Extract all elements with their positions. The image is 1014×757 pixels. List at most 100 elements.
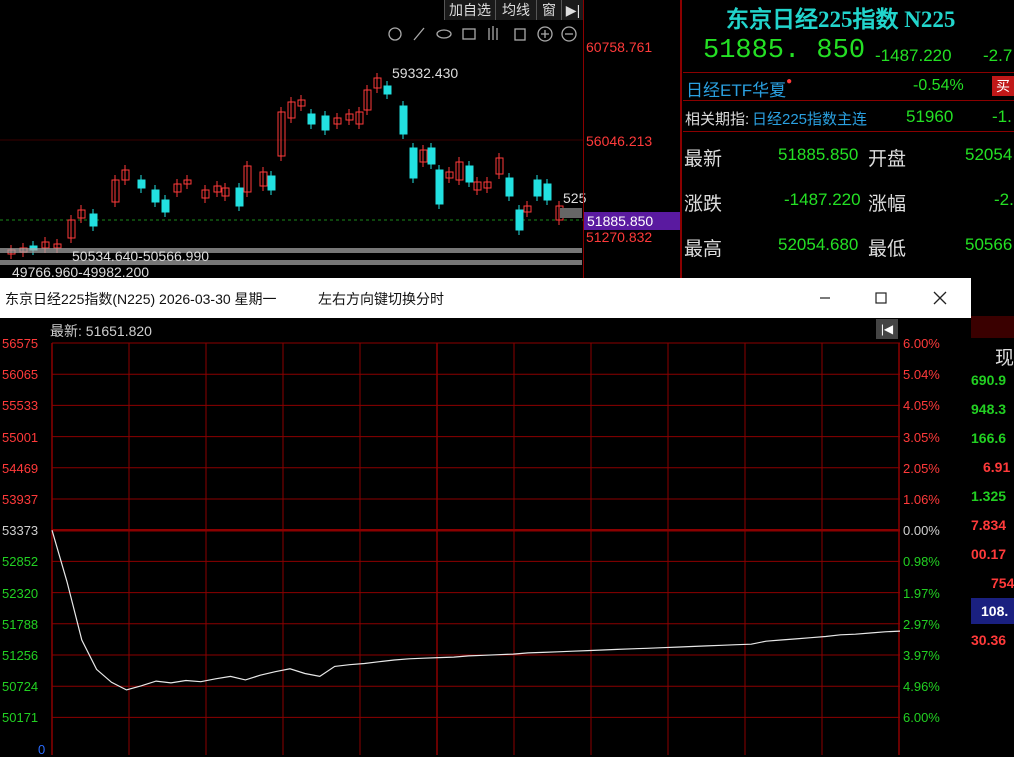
quote-value: 50566 (965, 235, 1013, 254)
layout-icon (462, 28, 476, 40)
candle (151, 189, 160, 203)
pct-axis-label: 1.06% (903, 492, 940, 507)
candle (465, 165, 474, 183)
pct-axis-label: 2.97% (903, 616, 940, 632)
price-axis-label: 56065 (2, 367, 39, 383)
pct-axis-label: 4.96% (903, 679, 940, 695)
candle (409, 147, 418, 179)
window-title: 东京日经225指数(N225) 2026-03-30 星期一 (5, 291, 277, 307)
kline-chart (0, 26, 583, 265)
right-column-value: 00.17 (971, 546, 1007, 562)
candle (307, 113, 316, 125)
intraday-price-line (51, 530, 901, 691)
related-futures-change: -1. (992, 107, 1012, 126)
pct-axis-label: 6.00% (903, 710, 940, 726)
last-price: 51885. 850 (703, 36, 866, 66)
candle (543, 183, 552, 201)
candle (533, 179, 542, 197)
window-button[interactable]: 窗 (536, 0, 561, 20)
right-column-value: 948.3 (971, 401, 1007, 417)
quote-key: 涨幅 (868, 194, 907, 215)
eye-icon (436, 29, 452, 39)
price-axis-label: 53373 (2, 523, 39, 539)
chart-tool-icons (388, 26, 577, 42)
window-titlebar[interactable]: 东京日经225指数(N225) 2026-03-30 星期一 左右方向键切换分时 (0, 278, 971, 318)
price-axis-label: 51788 (2, 616, 39, 632)
pct-axis-label: 4.05% (903, 398, 940, 414)
intraday-window[interactable]: 东京日经225指数(N225) 2026-03-30 星期一 左右方向键切换分时… (0, 278, 971, 757)
lock-icon (514, 28, 526, 41)
add-watchlist-button[interactable]: 加自选 (444, 0, 495, 20)
candle (235, 187, 244, 207)
quote-key: 最新 (684, 149, 723, 170)
settings-icon (388, 27, 402, 41)
price-axis-label: 54469 (2, 460, 39, 476)
minimize-icon (820, 297, 830, 299)
candle (399, 105, 408, 135)
quote-value: 51885.850 (778, 145, 859, 164)
maximize-icon (875, 292, 887, 304)
candle (89, 213, 98, 227)
price-change: -1487.220 (875, 46, 952, 65)
price-axis-label: 52852 (2, 554, 39, 570)
price-axis-label: 50724 (2, 679, 39, 695)
candles (7, 73, 564, 259)
pen-icon (413, 27, 425, 41)
price-axis-label: 52320 (2, 585, 39, 601)
price-change-pct: -2.7 (983, 46, 1013, 65)
hand-icon (488, 26, 498, 40)
price-axis-label: 0 (38, 741, 46, 757)
quote-key: 开盘 (868, 149, 907, 170)
kline-axis-high: 60758.761 (586, 39, 653, 55)
etf-link[interactable]: 日经ETF华夏● (686, 76, 792, 101)
candle (515, 209, 524, 231)
pct-axis-label: 3.05% (903, 429, 940, 445)
quote-key: 涨跌 (684, 194, 723, 215)
right-column-value: 30.36 (971, 632, 1007, 648)
etf-change: -0.54% (913, 77, 964, 94)
intraday-chart (51, 342, 901, 755)
pct-axis-label: 3.97% (903, 648, 940, 663)
price-axis-label: 56575 (2, 336, 39, 351)
right-column-value: 7.834 (971, 517, 1007, 533)
minimize-button[interactable] (802, 278, 848, 318)
pct-axis-label: 6.00% (903, 336, 940, 351)
pct-axis-label: 2.05% (903, 460, 940, 476)
pct-axis-label: 1.97% (903, 585, 940, 601)
ma-line-button[interactable]: 均线 (495, 0, 536, 20)
right-column-value: 754 (991, 575, 1014, 591)
pct-axis-label: 5.04% (903, 367, 940, 383)
close-button[interactable] (917, 278, 963, 318)
right-column-value: 1.325 (971, 488, 1007, 504)
right-column-header: 现 (995, 348, 1014, 369)
quote-title: 东京日经225指数 N225 (726, 7, 956, 32)
candle (161, 199, 170, 213)
candle (267, 175, 276, 191)
right-column-value: 690.9 (971, 372, 1007, 388)
quote-value: -2. (994, 190, 1014, 209)
quote-value: 52054 (965, 145, 1013, 164)
candle (321, 115, 330, 131)
range-label-1: 50534.640-50566.990 (72, 248, 210, 264)
kline-axis-mid: 56046.213 (586, 133, 653, 149)
price-axis-label: 55001 (2, 429, 39, 445)
quote-key: 最高 (684, 239, 723, 260)
candle (427, 147, 436, 165)
related-futures-link[interactable]: 日经225指数主连 (752, 108, 867, 129)
related-futures-label: 相关期指: (685, 111, 750, 128)
pct-axis-label: 0.98% (903, 554, 940, 570)
candle (137, 179, 146, 189)
price-axis-label: 53937 (2, 492, 39, 507)
maximize-button[interactable] (858, 278, 904, 318)
current-price-tag: 51885.850 (584, 212, 680, 230)
candle (505, 177, 514, 197)
price-axis-label: 50171 (2, 710, 39, 726)
candle (383, 85, 392, 95)
right-column-value: 166.6 (971, 430, 1007, 446)
related-futures-value: 51960 (906, 107, 954, 126)
peak-annotation: 59332.430 (392, 65, 459, 81)
window-hint: 左右方向键切换分时 (318, 291, 444, 307)
exit-fullscreen-icon[interactable]: ▶| (561, 0, 584, 20)
pct-axis-label: 0.00% (903, 523, 940, 539)
etf-buy-button[interactable]: 买 (992, 76, 1014, 96)
